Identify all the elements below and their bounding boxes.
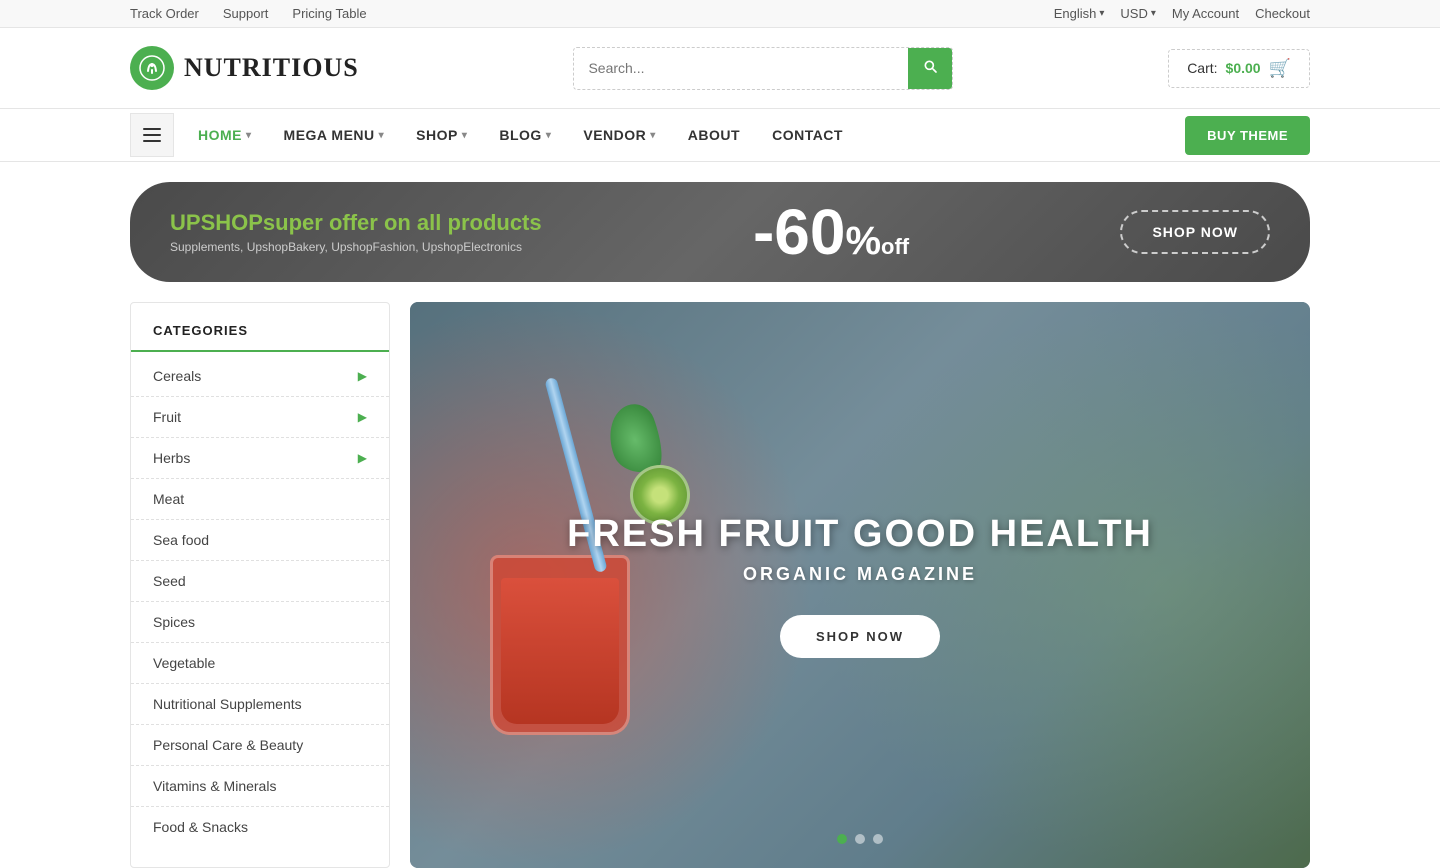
category-label-vegetable: Vegetable <box>153 655 215 671</box>
slider-dot-1[interactable] <box>837 834 847 844</box>
promo-subtitle: Supplements, UpshopBakery, UpshopFashion… <box>170 240 542 254</box>
top-bar-right: English USD My Account Checkout <box>1054 6 1310 21</box>
main-nav: HOME ▾ MEGA MENU ▾ SHOP ▾ BLOG ▾ VENDOR … <box>0 108 1440 162</box>
pricing-table-link[interactable]: Pricing Table <box>292 6 366 21</box>
hero-slider: FRESH FRUIT GOOD HEALTH ORGANIC MAGAZINE… <box>410 302 1310 868</box>
top-bar: Track Order Support Pricing Table Englis… <box>0 0 1440 28</box>
category-item-vegetable[interactable]: Vegetable <box>131 643 389 684</box>
cart-icon: 🛒 <box>1269 58 1291 79</box>
slider-dot-3[interactable] <box>873 834 883 844</box>
category-label-fruit: Fruit <box>153 409 181 425</box>
cart-price: $0.00 <box>1226 60 1261 76</box>
category-label-cereals: Cereals <box>153 368 201 384</box>
promo-discount-number: -60 <box>753 196 846 268</box>
category-label-seed: Seed <box>153 573 186 589</box>
category-label-food-snacks: Food & Snacks <box>153 819 248 835</box>
category-label-seafood: Sea food <box>153 532 209 548</box>
checkout-link[interactable]: Checkout <box>1255 6 1310 21</box>
slider-dot-2[interactable] <box>855 834 865 844</box>
search-box <box>573 47 953 90</box>
hero-content: FRESH FRUIT GOOD HEALTH ORGANIC MAGAZINE… <box>567 513 1153 658</box>
category-item-nutritional[interactable]: Nutritional Supplements <box>131 684 389 725</box>
promo-left: UPSHOPsuper offer on all products Supple… <box>170 210 542 254</box>
buy-theme-button[interactable]: BUY THEME <box>1185 116 1310 155</box>
promo-shop-button[interactable]: SHOP NOW <box>1120 210 1270 254</box>
main-content: CATEGORIES Cereals ▶ Fruit ▶ Herbs ▶ Mea… <box>0 302 1440 868</box>
logo[interactable]: NUTRITIOUS <box>130 46 359 90</box>
categories-title: CATEGORIES <box>131 323 389 352</box>
nav-item-vendor[interactable]: VENDOR ▾ <box>567 109 671 161</box>
nav-item-blog[interactable]: BLOG ▾ <box>483 109 567 161</box>
logo-text: NUTRITIOUS <box>184 53 359 83</box>
home-dropdown-arrow: ▾ <box>246 130 252 141</box>
promo-brand: UPSHOPsuper offer on all products <box>170 210 542 236</box>
nav-item-home[interactable]: HOME ▾ <box>182 109 268 161</box>
category-label-herbs: Herbs <box>153 450 190 466</box>
category-arrow-herbs: ▶ <box>358 451 367 465</box>
cart-button[interactable]: Cart: $0.00 🛒 <box>1168 49 1310 88</box>
promo-percent-symbol: % <box>845 219 881 263</box>
nav-item-about[interactable]: ABOUT <box>672 109 756 161</box>
support-link[interactable]: Support <box>223 6 269 21</box>
category-item-herbs[interactable]: Herbs ▶ <box>131 438 389 479</box>
my-account-link[interactable]: My Account <box>1172 6 1239 21</box>
category-item-meat[interactable]: Meat <box>131 479 389 520</box>
search-input[interactable] <box>574 50 908 86</box>
nav-item-mega-menu[interactable]: MEGA MENU ▾ <box>268 109 401 161</box>
promo-off-label: off <box>881 234 909 259</box>
search-button[interactable] <box>908 48 952 89</box>
promo-brand-prefix: UP <box>170 210 201 235</box>
category-item-food-snacks[interactable]: Food & Snacks <box>131 807 389 847</box>
shop-dropdown-arrow: ▾ <box>462 130 468 141</box>
promo-banner: UPSHOPsuper offer on all products Supple… <box>130 182 1310 282</box>
slider-dots <box>837 834 883 844</box>
header: NUTRITIOUS Cart: $0.00 🛒 <box>0 28 1440 108</box>
currency-selector[interactable]: USD <box>1120 6 1155 21</box>
vendor-dropdown-arrow: ▾ <box>650 130 656 141</box>
category-arrow-fruit: ▶ <box>358 410 367 424</box>
promo-brand-suffix: super offer on all products <box>263 210 542 235</box>
category-item-personal-care[interactable]: Personal Care & Beauty <box>131 725 389 766</box>
category-item-spices[interactable]: Spices <box>131 602 389 643</box>
cart-label: Cart: <box>1187 60 1217 76</box>
language-selector[interactable]: English <box>1054 6 1105 21</box>
category-item-vitamins[interactable]: Vitamins & Minerals <box>131 766 389 807</box>
category-item-cereals[interactable]: Cereals ▶ <box>131 356 389 397</box>
hero-shop-button[interactable]: SHOP NOW <box>780 615 940 658</box>
promo-brand-highlight: SHOP <box>201 210 263 235</box>
category-label-vitamins: Vitamins & Minerals <box>153 778 276 794</box>
nav-item-shop[interactable]: SHOP ▾ <box>400 109 483 161</box>
promo-discount: -60%off <box>753 200 909 264</box>
nav-item-contact[interactable]: CONTACT <box>756 109 859 161</box>
logo-icon <box>130 46 174 90</box>
hero-subtitle: ORGANIC MAGAZINE <box>567 564 1153 585</box>
track-order-link[interactable]: Track Order <box>130 6 199 21</box>
categories-sidebar: CATEGORIES Cereals ▶ Fruit ▶ Herbs ▶ Mea… <box>130 302 390 868</box>
category-label-meat: Meat <box>153 491 184 507</box>
category-item-fruit[interactable]: Fruit ▶ <box>131 397 389 438</box>
blog-dropdown-arrow: ▾ <box>546 130 552 141</box>
hero-title: FRESH FRUIT GOOD HEALTH <box>567 513 1153 556</box>
category-arrow-cereals: ▶ <box>358 369 367 383</box>
nav-hamburger[interactable] <box>130 113 174 157</box>
mega-menu-dropdown-arrow: ▾ <box>379 130 385 141</box>
category-label-spices: Spices <box>153 614 195 630</box>
category-item-seed[interactable]: Seed <box>131 561 389 602</box>
category-label-nutritional: Nutritional Supplements <box>153 696 302 712</box>
category-item-seafood[interactable]: Sea food <box>131 520 389 561</box>
top-bar-left: Track Order Support Pricing Table <box>130 6 367 21</box>
category-label-personal-care: Personal Care & Beauty <box>153 737 303 753</box>
